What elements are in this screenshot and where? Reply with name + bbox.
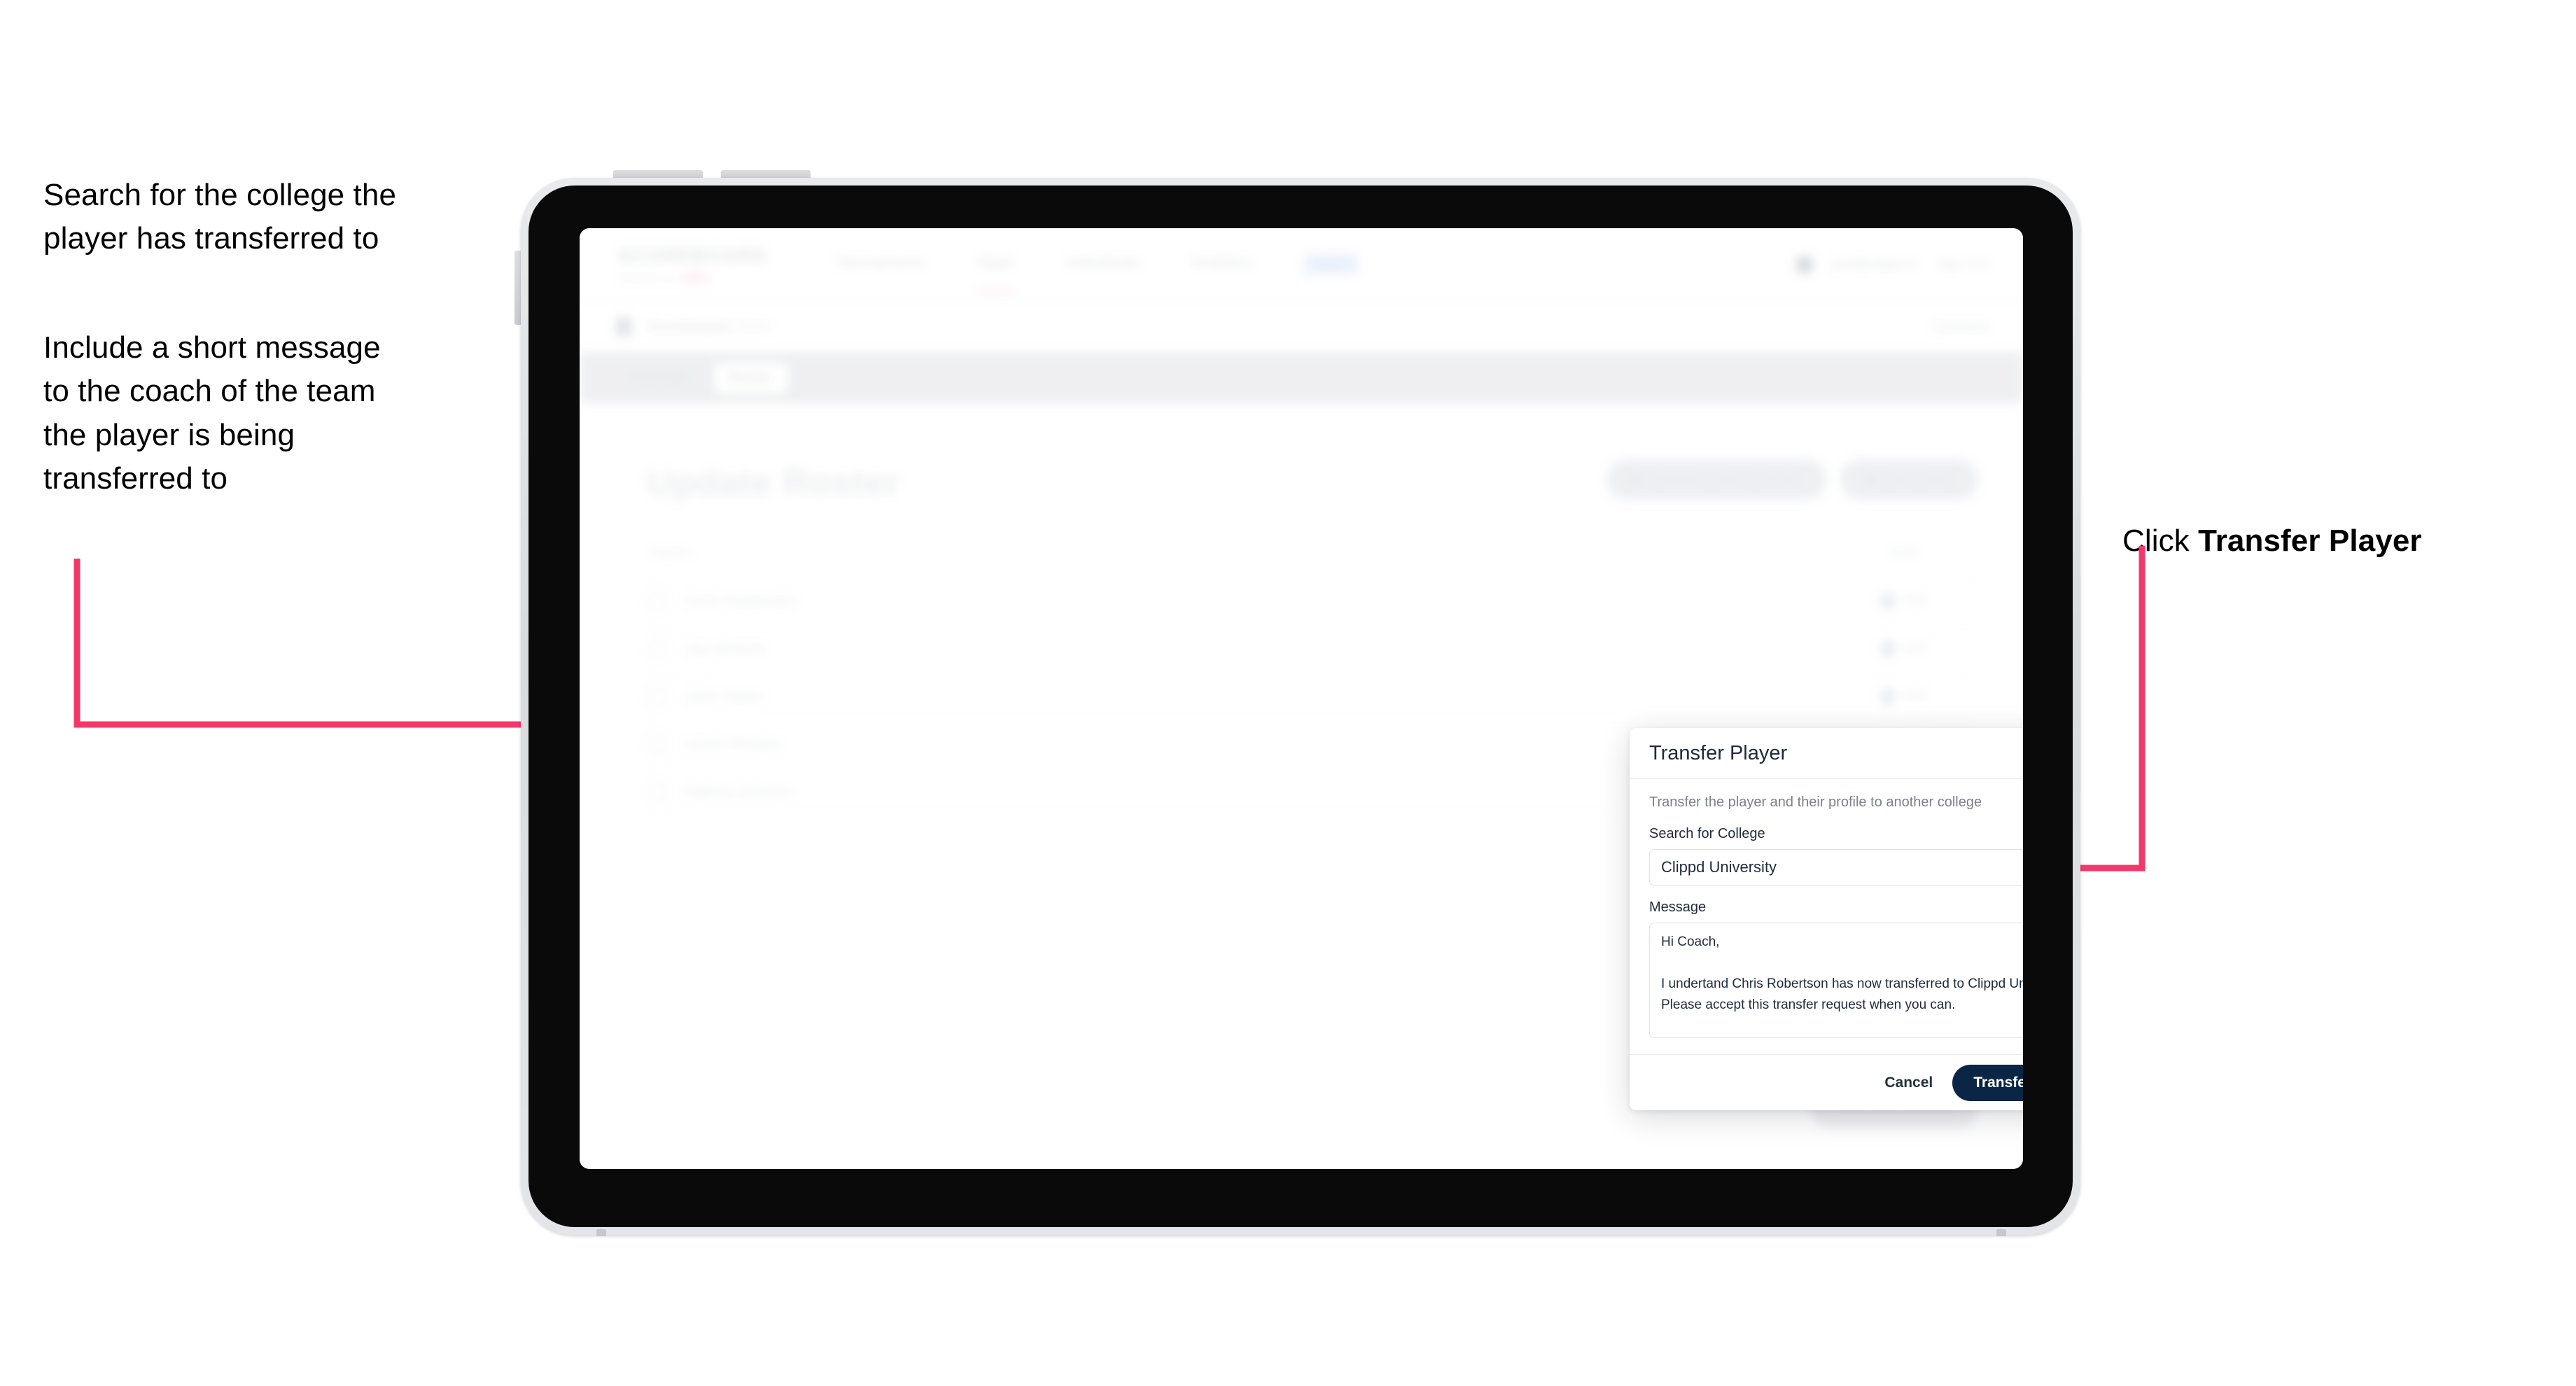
annotation-search-college: Search for the college the player has tr…: [43, 178, 397, 256]
annotation-include-message: Include a short message to the coach of …: [43, 330, 381, 496]
tablet-screen: SCOREBOARD Powered by RED Tournaments Te…: [580, 228, 2023, 1169]
annotation-click-target: Transfer Player: [2198, 524, 2422, 559]
tablet-foot-right: [1996, 1229, 2006, 1236]
cancel-button[interactable]: Cancel: [1884, 1074, 1933, 1091]
message-textarea[interactable]: Hi Coach, I undertand Chris Robertson ha…: [1649, 923, 2023, 1038]
dialog-title: Transfer Player: [1649, 741, 1788, 764]
dialog-body: Transfer the player and their profile to…: [1630, 779, 2023, 1054]
transfer-player-button[interactable]: Transfer Player: [1952, 1064, 2023, 1101]
transfer-player-dialog: Transfer Player Transfer the player and …: [1630, 728, 2023, 1110]
dialog-footer: Cancel Transfer Player: [1630, 1054, 2023, 1110]
tablet-foot-left: [596, 1229, 606, 1236]
annotation-click-transfer: Click Transfer Player: [2122, 476, 2556, 564]
dialog-header: Transfer Player: [1630, 728, 2023, 779]
annotation-click-prefix: Click: [2122, 524, 2199, 559]
college-field-label: Search for College: [1649, 826, 1765, 841]
message-field-label: Message: [1649, 899, 1707, 915]
dialog-description: Transfer the player and their profile to…: [1649, 794, 1982, 810]
screenshot-stage: Search for the college the player has tr…: [0, 0, 2576, 1386]
search-college-input[interactable]: [1649, 849, 2023, 886]
